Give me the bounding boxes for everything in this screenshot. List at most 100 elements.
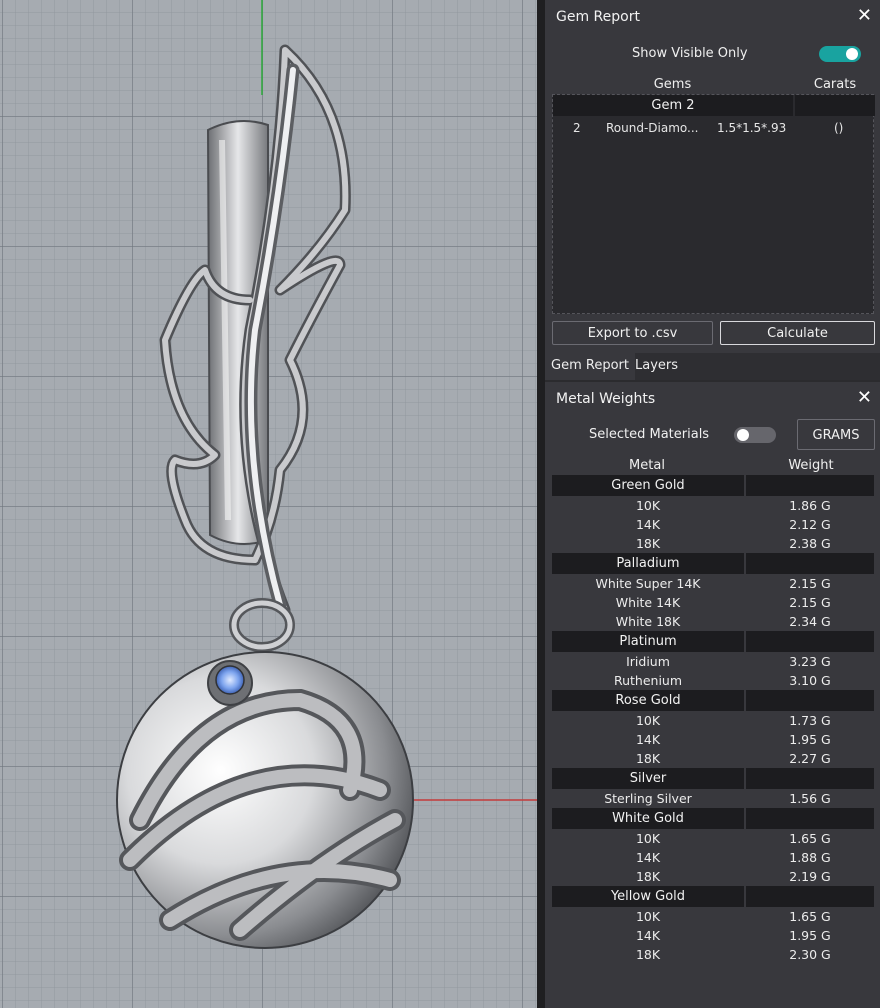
gem-size: 1.5*1.5*.93 <box>717 121 787 135</box>
metal-row[interactable]: White 14K 2.15 G <box>552 593 874 612</box>
metal-weight: 1.95 G <box>789 732 831 747</box>
metal-group-row[interactable]: Palladium <box>552 553 874 574</box>
metal-group-name: Green Gold <box>552 475 744 496</box>
metal-weight: 3.23 G <box>789 654 831 669</box>
gem-count: 2 <box>573 121 581 135</box>
metal-name: 18K <box>635 751 661 766</box>
close-icon[interactable]: ✕ <box>857 5 872 26</box>
metal-row[interactable]: 10K 1.86 G <box>552 496 874 515</box>
metal-name: 18K <box>635 536 661 551</box>
metal-row[interactable]: 18K 2.30 G <box>552 945 874 964</box>
metal-group-row[interactable]: Platinum <box>552 631 874 652</box>
metal-group-name: Silver <box>552 768 744 789</box>
gem-report-panel: Gem Report ✕ Show Visible Only Gems Cara… <box>545 0 880 353</box>
metal-group-row[interactable]: Rose Gold <box>552 690 874 711</box>
calculate-button[interactable]: Calculate <box>720 321 875 345</box>
metal-weights-panel: Metal Weights ✕ Selected Materials GRAMS… <box>545 382 880 1008</box>
metal-row[interactable]: Sterling Silver 1.56 G <box>552 789 874 808</box>
close-icon[interactable]: ✕ <box>857 387 872 408</box>
metal-column-header[interactable]: Metal <box>617 458 677 473</box>
metal-name: Sterling Silver <box>604 791 692 806</box>
metal-group-row[interactable]: Green Gold <box>552 475 874 496</box>
metal-row[interactable]: 18K 2.19 G <box>552 867 874 886</box>
metal-weight: 1.95 G <box>789 928 831 943</box>
metal-weight: 2.15 G <box>789 595 831 610</box>
units-grams-button[interactable]: GRAMS <box>797 419 875 450</box>
metal-name: 10K <box>635 909 661 924</box>
metal-name: White 14K <box>615 595 681 610</box>
carats-column-header[interactable]: Carats <box>805 77 865 92</box>
metal-name: 10K <box>635 831 661 846</box>
metal-group-name: Yellow Gold <box>552 886 744 907</box>
metal-name: Ruthenium <box>613 673 683 688</box>
metal-row[interactable]: 10K 1.73 G <box>552 711 874 730</box>
tab-layers[interactable]: Layers <box>629 353 684 380</box>
selected-materials-toggle[interactable] <box>734 427 776 443</box>
metal-weight: 1.65 G <box>789 909 831 924</box>
metal-name: 14K <box>635 732 661 747</box>
metal-weight: 2.19 G <box>789 869 831 884</box>
gem-table: Gem 2 2 Round-Diamo... 1.5*1.5*.93 () <box>552 94 875 314</box>
metal-weight: 1.65 G <box>789 831 831 846</box>
gem-row[interactable]: 2 Round-Diamo... 1.5*1.5*.93 () <box>553 116 873 140</box>
gems-column-header[interactable]: Gems <box>635 77 710 92</box>
metal-name: 14K <box>635 517 661 532</box>
metal-row[interactable]: 14K 2.12 G <box>552 515 874 534</box>
metal-name: 14K <box>635 850 661 865</box>
metal-name: 18K <box>635 869 661 884</box>
metal-name: 18K <box>635 947 661 962</box>
metal-weight: 2.38 G <box>789 536 831 551</box>
metal-weight: 2.30 G <box>789 947 831 962</box>
metal-weight: 2.34 G <box>789 614 831 629</box>
metal-group-row[interactable]: White Gold <box>552 808 874 829</box>
metal-name: Iridium <box>626 654 670 669</box>
metal-group-row[interactable]: Silver <box>552 768 874 789</box>
gem-group-name: Gem 2 <box>553 95 793 116</box>
metal-name: 14K <box>635 928 661 943</box>
metal-group-row[interactable]: Yellow Gold <box>552 886 874 907</box>
pendant-model[interactable] <box>0 0 537 1008</box>
metal-row[interactable]: 14K 1.88 G <box>552 848 874 867</box>
metal-row[interactable]: 14K 1.95 G <box>552 926 874 945</box>
gem-name: Round-Diamo... <box>606 121 699 135</box>
panel-tabs: Gem Report Layers <box>545 353 880 380</box>
metal-group-name: Palladium <box>552 553 744 574</box>
metal-row[interactable]: Ruthenium 3.10 G <box>552 671 874 690</box>
metal-name: White Super 14K <box>595 576 701 591</box>
metal-group-name: Platinum <box>552 631 744 652</box>
metal-name: 10K <box>635 713 661 728</box>
gem-carats: () <box>834 121 844 135</box>
metal-row[interactable]: 18K 2.27 G <box>552 749 874 768</box>
export-csv-button[interactable]: Export to .csv <box>552 321 713 345</box>
metal-weight: 2.12 G <box>789 517 831 532</box>
metal-group-name: White Gold <box>552 808 744 829</box>
metal-weights-title: Metal Weights <box>556 391 656 407</box>
metal-row[interactable]: 10K 1.65 G <box>552 829 874 848</box>
metal-table: Green Gold 10K 1.86 G 14K 2.12 G 18K 2.38 G… <box>552 475 874 964</box>
show-visible-label: Show Visible Only <box>632 46 748 61</box>
show-visible-toggle[interactable] <box>819 46 861 62</box>
gem-group-row[interactable]: Gem 2 <box>553 95 875 116</box>
metal-name: White 18K <box>615 614 681 629</box>
metal-weight: 2.27 G <box>789 751 831 766</box>
gem-report-title: Gem Report <box>556 9 640 25</box>
metal-weight: 1.88 G <box>789 850 831 865</box>
metal-row[interactable]: 14K 1.95 G <box>552 730 874 749</box>
metal-weight: 3.10 G <box>789 673 831 688</box>
metal-row[interactable]: 10K 1.65 G <box>552 907 874 926</box>
metal-weight: 2.15 G <box>789 576 831 591</box>
metal-row[interactable]: 18K 2.38 G <box>552 534 874 553</box>
selected-materials-label: Selected Materials <box>589 427 710 442</box>
metal-row[interactable]: White 18K 2.34 G <box>552 612 874 631</box>
metal-row[interactable]: White Super 14K 2.15 G <box>552 574 874 593</box>
metal-group-name: Rose Gold <box>552 690 744 711</box>
metal-row[interactable]: Iridium 3.23 G <box>552 652 874 671</box>
metal-weight: 1.73 G <box>789 713 831 728</box>
weight-column-header[interactable]: Weight <box>781 458 841 473</box>
viewport-3d[interactable] <box>0 0 537 1008</box>
metal-weight: 1.86 G <box>789 498 831 513</box>
tab-gem-report[interactable]: Gem Report <box>545 353 635 380</box>
metal-name: 10K <box>635 498 661 513</box>
panel-splitter[interactable] <box>537 0 545 1008</box>
metal-weight: 1.56 G <box>789 791 831 806</box>
